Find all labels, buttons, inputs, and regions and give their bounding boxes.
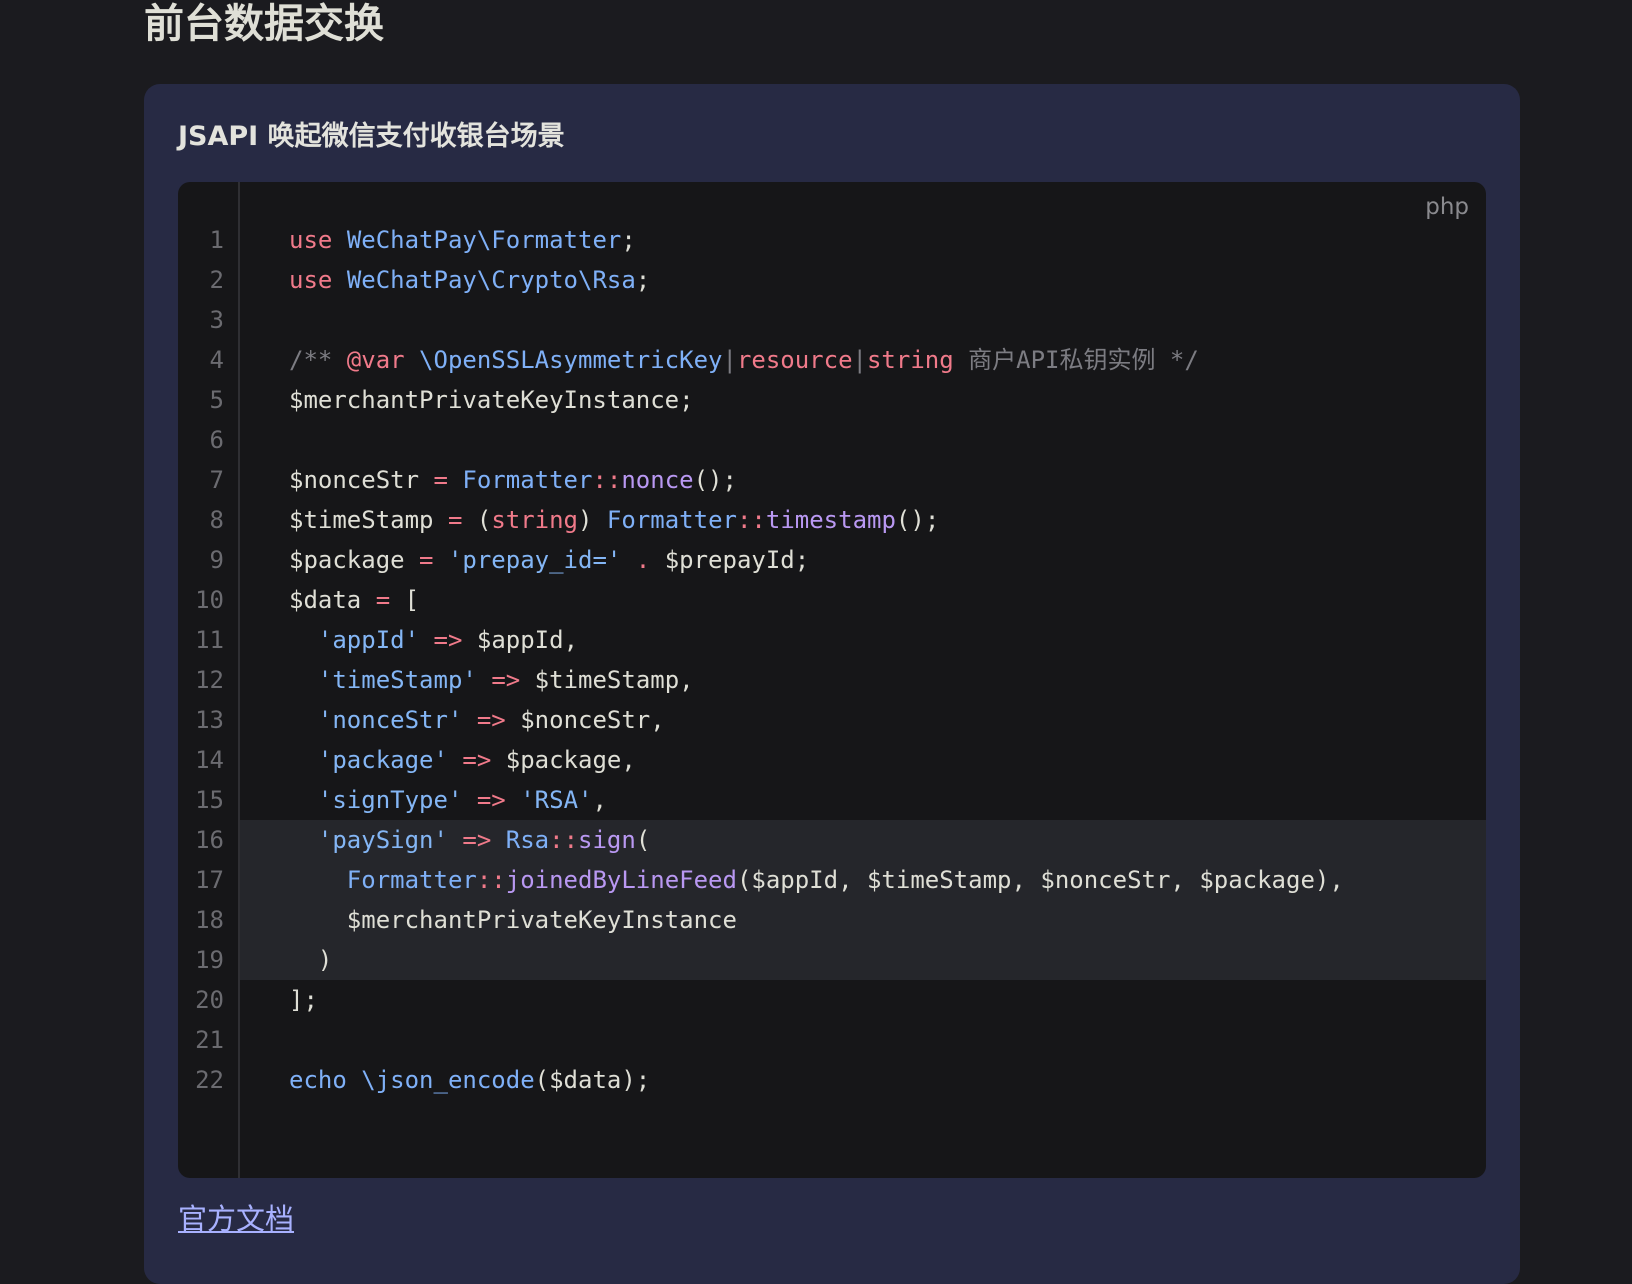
code-line: ) xyxy=(240,940,1486,980)
line-number: 1 xyxy=(209,226,224,254)
page-title: 前台数据交换 xyxy=(144,1,384,47)
line-number: 11 xyxy=(195,626,224,654)
line-number: 15 xyxy=(195,786,224,814)
line-number: 14 xyxy=(195,746,224,774)
line-number: 5 xyxy=(209,386,224,414)
line-number: 16 xyxy=(195,826,224,854)
code-line: ]; xyxy=(289,986,318,1014)
code-line: $package = 'prepay_id=' . $prepayId; xyxy=(289,546,810,574)
line-number: 8 xyxy=(209,506,224,534)
line-number: 21 xyxy=(195,1026,224,1054)
code-line: 'signType' => 'RSA', xyxy=(317,786,607,814)
line-number-gutter: 1 2 3 4 5 6 7 8 9 10 11 12 13 14 15 16 17 18 19 20 21 22 xyxy=(178,182,240,1178)
code-line: $nonceStr = Formatter::nonce(); xyxy=(289,466,737,494)
code-line: use WeChatPay\Crypto\Rsa; xyxy=(289,266,651,294)
code-example-card: JSAPI 唤起微信支付收银台场景 php 1 2 3 4 5 6 7 8 9 10 11 12 13 1… xyxy=(144,84,1520,1284)
card-title: JSAPI 唤起微信支付收银台场景 xyxy=(178,121,565,152)
line-number: 17 xyxy=(195,866,224,894)
code-line: echo \json_encode($data); xyxy=(289,1066,651,1094)
code-line: 'appId' => $appId, xyxy=(317,626,579,654)
line-number: 18 xyxy=(195,906,224,934)
line-number: 4 xyxy=(209,346,224,374)
line-number: 7 xyxy=(209,466,224,494)
code-line: $merchantPrivateKeyInstance xyxy=(240,900,1486,940)
line-number: 19 xyxy=(195,946,224,974)
code-line: Formatter::joinedByLineFeed($appId, $tim… xyxy=(240,860,1486,900)
code-line: 'package' => $package, xyxy=(317,746,636,774)
line-number: 6 xyxy=(209,426,224,454)
code-lines[interactable]: use WeChatPay\Formatter; use WeChatPay\Cr… xyxy=(240,182,1486,1178)
line-number: 10 xyxy=(195,586,224,614)
code-line: 'paySign' => Rsa::sign( xyxy=(240,820,1486,860)
official-docs-link[interactable]: 官方文档 xyxy=(178,1200,294,1238)
line-number: 9 xyxy=(209,546,224,574)
code-line: use WeChatPay\Formatter; xyxy=(289,226,636,254)
line-number: 12 xyxy=(195,666,224,694)
code-line: /** @var \OpenSSLAsymmetricKey|resource|… xyxy=(289,346,1199,374)
line-number: 22 xyxy=(195,1066,224,1094)
line-number: 20 xyxy=(195,986,224,1014)
code-line: $merchantPrivateKeyInstance; xyxy=(289,386,694,414)
line-number: 2 xyxy=(209,266,224,294)
code-line: 'nonceStr' => $nonceStr, xyxy=(317,706,665,734)
code-line: $data = [ xyxy=(289,586,420,614)
line-number: 13 xyxy=(195,706,224,734)
code-line: $timeStamp = (string) Formatter::timesta… xyxy=(289,506,940,534)
code-block[interactable]: php 1 2 3 4 5 6 7 8 9 10 11 12 13 14 15 16 17 18 19 20 21 22 … xyxy=(178,182,1486,1178)
line-number: 3 xyxy=(209,306,224,334)
code-line: 'timeStamp' => $timeStamp, xyxy=(317,666,694,694)
